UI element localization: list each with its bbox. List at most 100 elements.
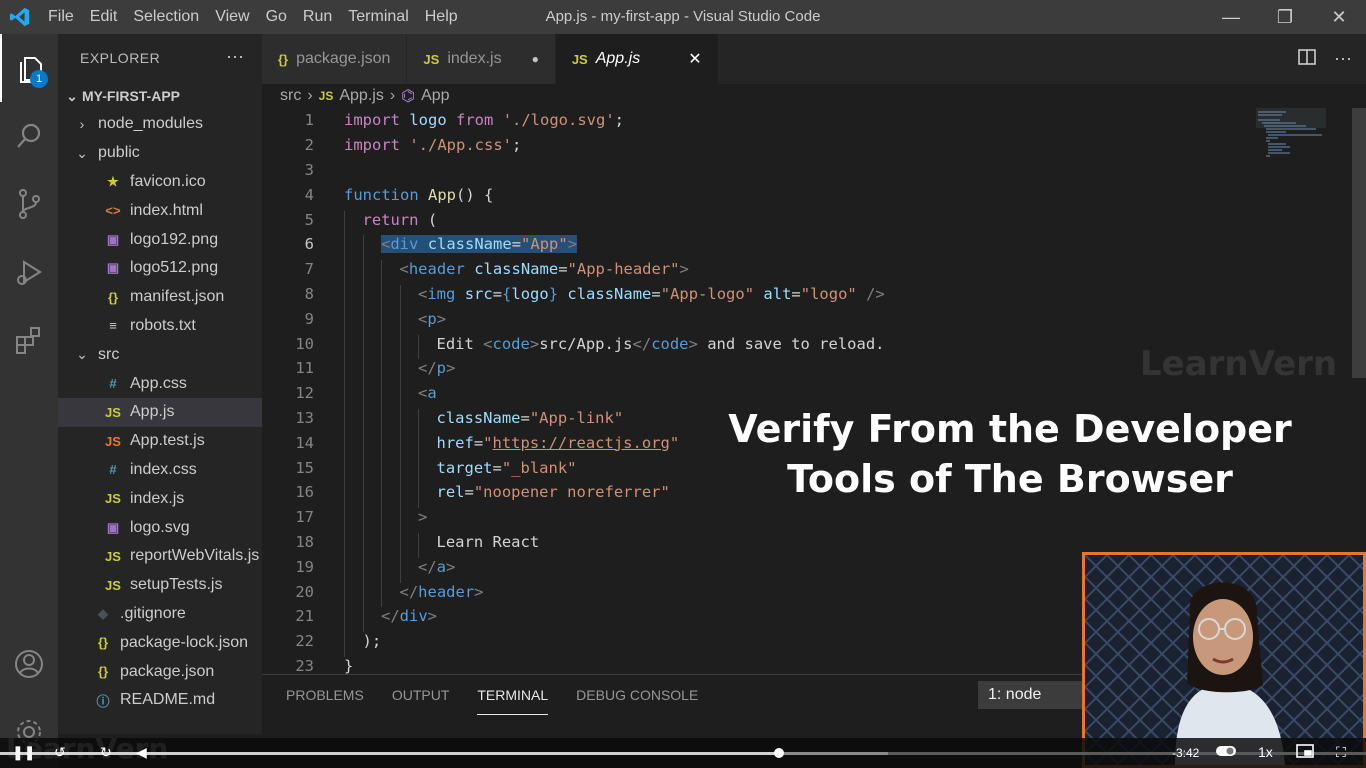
line-number: 23 <box>295 656 314 674</box>
code-line: 4 function App() { <box>262 182 1366 207</box>
file-tree-label: App.js <box>130 403 175 421</box>
caption-line-1: Verify From the Developer <box>728 407 1292 451</box>
file-tree-item[interactable]: # index.css <box>58 456 262 485</box>
explorer-badge: 1 <box>30 70 48 88</box>
file-tree-label: node_modules <box>98 115 203 133</box>
line-number: 9 <box>304 309 314 328</box>
file-tree-item[interactable]: ★ favicon.ico <box>58 168 262 197</box>
file-tree-item[interactable]: ⓘ README.md <box>58 686 262 715</box>
menu-run[interactable]: Run <box>295 0 340 34</box>
line-number: 6 <box>304 235 314 254</box>
progress-bar[interactable] <box>0 748 1366 758</box>
tab-app-js[interactable]: JS App.js ✕ <box>555 34 719 84</box>
line-number: 4 <box>304 185 314 204</box>
breadcrumb-symbol[interactable]: App <box>421 87 449 105</box>
search-icon[interactable] <box>0 102 58 170</box>
minimap[interactable] <box>1256 108 1326 168</box>
menu-selection[interactable]: Selection <box>125 0 207 34</box>
menu-help[interactable]: Help <box>417 0 466 34</box>
line-number: 1 <box>304 111 314 130</box>
file-tree-item[interactable]: JS App.js <box>58 397 262 427</box>
file-type-icon: JS <box>105 404 121 420</box>
file-tree-item[interactable]: {} package-lock.json <box>58 628 262 657</box>
tab-label: package.json <box>296 50 391 67</box>
breadcrumb-folder[interactable]: src <box>280 87 301 105</box>
progress-knob[interactable] <box>773 748 784 758</box>
file-tree-item[interactable]: ⌄ public <box>58 139 262 168</box>
close-tab-icon[interactable]: ✕ <box>688 49 701 69</box>
file-tree-item[interactable]: {} package.json <box>58 657 262 686</box>
run-debug-icon[interactable] <box>0 238 58 306</box>
file-tree-item[interactable]: › node_modules <box>58 110 262 139</box>
file-tree-item[interactable]: JS reportWebVitals.js <box>58 542 262 571</box>
menu-terminal[interactable]: Terminal <box>340 0 416 34</box>
menu-edit[interactable]: Edit <box>82 0 126 34</box>
picture-in-picture-icon[interactable] <box>1296 744 1314 761</box>
tab-debug-console[interactable]: DEBUG CONSOLE <box>576 675 698 715</box>
editor-tabs: {} package.json JS index.js ● JS App.js … <box>262 34 1366 84</box>
file-tree-item[interactable]: {} manifest.json <box>58 283 262 312</box>
caption-line-2: Tools of The Browser <box>787 457 1233 501</box>
file-tree-item[interactable]: ▣ logo192.png <box>58 225 262 254</box>
file-tree-item[interactable]: <> index.html <box>58 196 262 225</box>
fullscreen-icon[interactable]: ⛶ <box>1336 744 1346 761</box>
breadcrumb-file[interactable]: App.js <box>339 87 383 105</box>
menu-file[interactable]: File <box>40 0 82 34</box>
file-type-icon: {} <box>97 664 109 680</box>
playback-speed[interactable]: 1x <box>1258 744 1273 760</box>
code-text: <header className="App-header"> <box>344 260 689 285</box>
menu-go[interactable]: Go <box>258 0 295 34</box>
file-tree-item[interactable]: JS setupTests.js <box>58 571 262 600</box>
file-tree-label: index.js <box>130 489 185 507</box>
file-tree-item[interactable]: ▣ logo512.png <box>58 254 262 283</box>
file-tree-item[interactable]: # App.css <box>58 369 262 398</box>
tab-output[interactable]: OUTPUT <box>392 675 450 715</box>
split-editor-icon[interactable] <box>1298 48 1316 71</box>
file-tree-item[interactable]: ≡ robots.txt <box>58 312 262 341</box>
file-tree-label: logo192.png <box>130 230 219 248</box>
vertical-scrollbar[interactable] <box>1352 108 1366 378</box>
close-window-button[interactable]: ✕ <box>1312 0 1366 34</box>
more-actions-icon[interactable]: ··· <box>226 46 244 67</box>
tab-terminal[interactable]: TERMINAL <box>477 675 549 715</box>
code-text: function App() { <box>344 185 494 204</box>
file-tree-item[interactable]: ⌄ src <box>58 340 262 369</box>
file-tree-item[interactable]: ▣ logo.svg <box>58 513 262 542</box>
rewind-icon[interactable]: ↺ <box>54 744 66 761</box>
tab-index-js[interactable]: JS index.js ● <box>407 34 556 84</box>
code-text: ); <box>344 632 381 657</box>
minimize-button[interactable]: — <box>1204 0 1258 34</box>
tab-package-json[interactable]: {} package.json <box>262 34 408 84</box>
accounts-icon[interactable] <box>0 630 58 698</box>
file-tree-label: src <box>98 345 120 363</box>
tab-problems[interactable]: PROBLEMS <box>286 675 364 715</box>
menu-view[interactable]: View <box>207 0 257 34</box>
file-type-icon: # <box>109 376 117 392</box>
file-tree-item[interactable]: JS index.js <box>58 484 262 513</box>
source-control-icon[interactable] <box>0 170 58 238</box>
time-remaining: -3:42 <box>1172 746 1200 760</box>
unsaved-dot-icon[interactable]: ● <box>532 52 539 66</box>
file-tree-label: App.test.js <box>130 432 205 450</box>
forward-icon[interactable]: ↻ <box>100 744 112 761</box>
captions-toggle-icon[interactable] <box>1216 744 1236 760</box>
line-number: 12 <box>295 384 314 403</box>
line-number: 5 <box>304 210 314 229</box>
file-tree-label: README.md <box>120 691 216 709</box>
pause-icon[interactable]: ❚❚ <box>12 744 35 761</box>
terminal-select[interactable]: 1: node <box>978 681 1088 709</box>
file-type-icon: ▣ <box>106 231 120 247</box>
code-text: return ( <box>344 210 437 236</box>
more-actions-icon[interactable]: ··· <box>1334 48 1352 71</box>
code-text: import logo from './logo.svg'; <box>344 111 625 130</box>
workspace-folder-label: MY-FIRST-APP <box>82 88 181 104</box>
editor-actions: ··· <box>1298 48 1352 71</box>
maximize-button[interactable]: ❐ <box>1258 0 1312 34</box>
workspace-folder[interactable]: ⌄ MY-FIRST-APP <box>58 82 262 110</box>
file-tree-item[interactable]: ◆ .gitignore <box>58 600 262 629</box>
volume-icon[interactable]: ◀ <box>136 744 147 761</box>
extensions-icon[interactable] <box>0 306 58 374</box>
file-tree-item[interactable]: JS App.test.js <box>58 427 262 456</box>
symbol-component-icon: ⌬ <box>401 88 416 105</box>
explorer-icon[interactable]: 1 <box>0 34 58 102</box>
